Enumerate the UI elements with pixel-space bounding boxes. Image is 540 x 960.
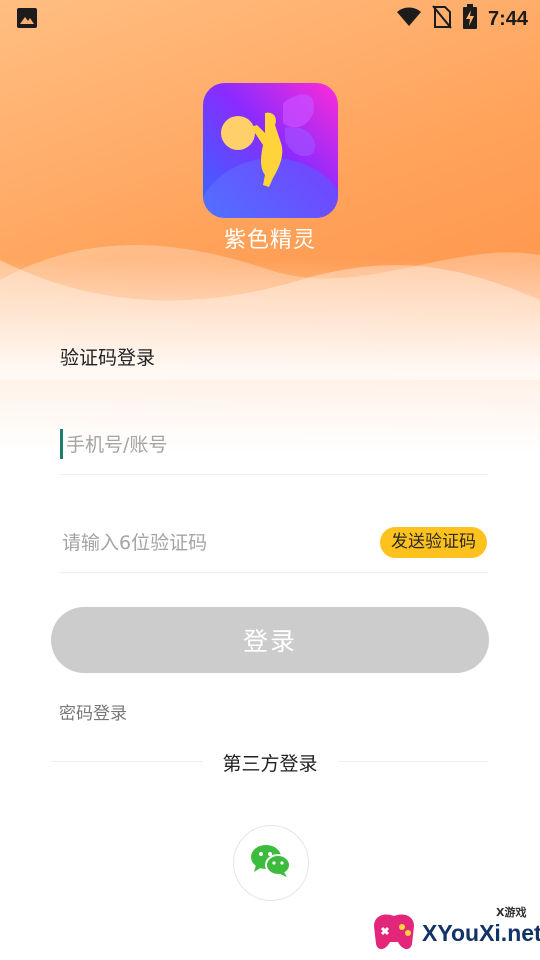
gamepad-logo-icon bbox=[374, 914, 414, 950]
login-method-title: 验证码登录 bbox=[60, 347, 156, 369]
battery-charging-icon bbox=[462, 4, 478, 34]
phone-field bbox=[60, 418, 488, 475]
no-sim-icon bbox=[432, 5, 452, 33]
status-time: 7:44 bbox=[487, 7, 528, 30]
divider-right bbox=[338, 761, 488, 762]
wechat-login-button[interactable] bbox=[233, 825, 309, 901]
app-name: 紫色精灵 bbox=[223, 228, 316, 253]
fairy-logo bbox=[203, 83, 338, 218]
password-login-link[interactable]: 密码登录 bbox=[59, 699, 127, 724]
wechat-icon bbox=[250, 843, 292, 883]
watermark: X游戏 XYouXi.net bbox=[368, 900, 540, 958]
verification-code-input[interactable] bbox=[60, 524, 364, 562]
code-field: 发送验证码 bbox=[60, 516, 488, 573]
send-code-button[interactable]: 发送验证码 bbox=[380, 527, 487, 558]
watermark-tag: X游戏 bbox=[496, 906, 527, 919]
third-party-label: 第三方登录 bbox=[222, 753, 318, 775]
text-cursor bbox=[60, 429, 63, 459]
status-bar: 7:44 bbox=[0, 0, 540, 36]
phone-input[interactable] bbox=[64, 426, 368, 464]
image-icon bbox=[16, 7, 38, 33]
watermark-site: XYouXi.net bbox=[422, 920, 540, 946]
login-button[interactable]: 登录 bbox=[51, 607, 489, 673]
wifi-icon bbox=[396, 6, 422, 32]
